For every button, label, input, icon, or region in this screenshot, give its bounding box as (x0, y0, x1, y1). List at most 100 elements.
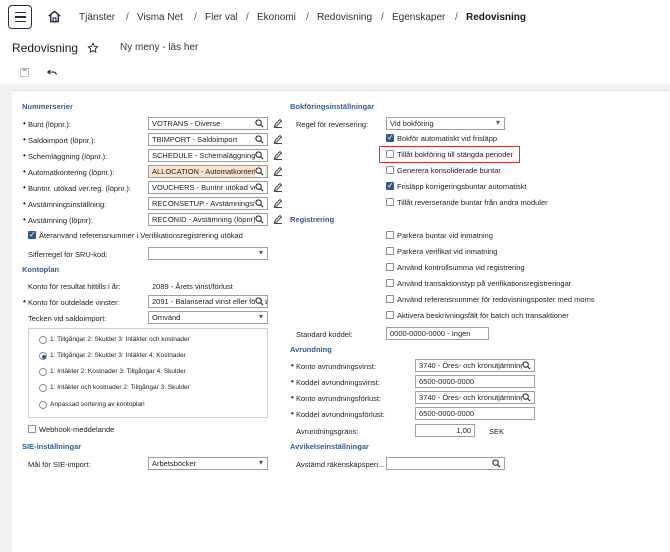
rounding-loss-code-input[interactable]: 6500-0000-0000 (415, 407, 535, 420)
radio-option-2[interactable] (39, 368, 47, 376)
reversal-rule-select[interactable]: Vid bokföring (386, 117, 505, 130)
edit-pencil-icon[interactable] (273, 214, 283, 224)
search-icon[interactable] (522, 361, 532, 371)
reference-number-vat-checkbox[interactable] (386, 295, 394, 303)
section-kontoplan: Kontoplan (22, 265, 60, 274)
search-icon[interactable] (522, 393, 532, 403)
home-icon[interactable] (47, 9, 62, 24)
extended-voucher-series-input[interactable]: VOUCHERS - Buntnr utökad ver (148, 181, 268, 194)
breadcrumb-separator: / (126, 12, 129, 23)
checkbox-label: Använd kontrollsumma vid registrering (397, 263, 525, 272)
auto-post-on-release-checkbox[interactable] (386, 133, 394, 142)
breadcrumb-separator: / (381, 12, 384, 23)
rounding-label: • Konto avrundningsförlust: (291, 393, 382, 403)
search-icon[interactable] (255, 183, 265, 193)
page-subtitle-link[interactable]: Ny meny - läs her (120, 42, 198, 53)
edit-pencil-icon[interactable] (273, 198, 283, 208)
section-rounding: Avrundning (290, 345, 332, 354)
toolbar (0, 62, 670, 84)
search-icon[interactable] (255, 215, 265, 225)
checkbox-label: Frisläpp korrigeringsbuntar automatiskt (397, 182, 527, 191)
search-icon[interactable] (492, 459, 502, 469)
breadcrumb-tjanster[interactable]: Tjänster (79, 12, 115, 23)
reconciliation-setup-input[interactable]: RECONSETUP - Avstämningsinst (148, 197, 268, 210)
webhook-label: Webhook-meddelande (39, 425, 115, 434)
auto-release-correction-checkbox[interactable] (386, 181, 394, 190)
radio-option-0[interactable] (39, 336, 47, 344)
settings-panel (12, 90, 669, 552)
breadcrumb-ekonomi[interactable]: Ekonomi (257, 12, 296, 23)
radio-option-3[interactable] (39, 384, 47, 392)
search-icon[interactable] (255, 119, 265, 129)
radio-label: 1: Intäkter och kostnader 2: Tillgångar … (50, 384, 190, 391)
breadcrumb-fler-val[interactable]: Fler val (205, 12, 238, 23)
search-icon[interactable] (255, 151, 265, 161)
webhook-checkbox[interactable] (28, 425, 36, 433)
top-bar: Tjänster / Visma Net / Fler val / Ekonom… (0, 0, 670, 36)
checkbox-label: Använd referensnummer för redovisningspo… (397, 295, 595, 304)
standard-code-label: Standard koddel: (296, 330, 353, 339)
description-fields-checkbox[interactable] (386, 311, 394, 319)
radio-option-1[interactable] (39, 352, 47, 360)
reuse-reference-checkbox[interactable] (28, 230, 36, 239)
breadcrumb-egenskaper[interactable]: Egenskaper (392, 12, 445, 23)
section-booking-settings: Bokföringsinställningar (290, 102, 375, 111)
checkbox-label: Parkera verifikat vid inmatning (397, 247, 498, 256)
park-vouchers-checkbox[interactable] (386, 247, 394, 255)
field-label: • Automatkontering (löpnr.): (23, 167, 115, 177)
allow-closed-periods-checkbox[interactable] (386, 150, 394, 158)
park-batches-checkbox[interactable] (386, 231, 394, 239)
search-icon[interactable] (255, 199, 265, 209)
batch-number-series-input[interactable]: VOTRANS - Diverse (148, 117, 268, 130)
search-icon[interactable] (255, 135, 265, 145)
undo-icon[interactable] (47, 68, 57, 77)
field-label: • Schemläggning (löpnr.): (23, 151, 108, 161)
rounding-label: • Konto avrundningsvinst: (291, 361, 377, 371)
save-icon[interactable] (20, 68, 29, 77)
result-account-value: 2089 - Årets vinst/förlust (152, 282, 233, 291)
checkbox-label: Parkera buntar vid inmatning (397, 231, 493, 240)
checkbox-label: Använd transaktionstyp på verifikationsr… (397, 279, 572, 288)
rounding-label: • Koddel avrundningsförlust: (291, 409, 385, 419)
reconciliation-series-input[interactable]: RECONID - Avstämning (löpnr) (148, 213, 268, 226)
reversing-batches-checkbox[interactable] (386, 198, 394, 206)
search-icon[interactable] (255, 167, 265, 177)
rounding-gain-account-input[interactable]: 3740 - Öres- och kronutjämning (415, 359, 535, 372)
title-bar: Redovisning Ny meny - läs her (0, 36, 670, 62)
edit-pencil-icon[interactable] (273, 166, 283, 176)
standard-code-input[interactable]: 0000-0000-0000 - Ingen (386, 327, 489, 340)
edit-pencil-icon[interactable] (273, 150, 283, 160)
edit-pencil-icon[interactable] (273, 118, 283, 128)
balance-import-series-input[interactable]: TBIMPORT - Saldoimport (148, 133, 268, 146)
page-title: Redovisning (12, 41, 79, 55)
edit-pencil-icon[interactable] (273, 182, 283, 192)
rounding-loss-account-input[interactable]: 3740 - Öres- och kronutjämning (415, 391, 535, 404)
radio-label: 1: Tillgångar 2: Skulder 3: Intäkter och… (50, 336, 190, 343)
schedule-series-input[interactable]: SCHEDULE - Schemaläggning (148, 149, 268, 162)
section-registration: Registrering (290, 215, 335, 224)
reconciled-period-input[interactable] (386, 457, 505, 470)
sru-rule-select[interactable] (148, 247, 268, 260)
sign-import-select[interactable]: Omvänd (148, 311, 268, 324)
radio-label: Anpassad sortering av kontoplan (50, 401, 145, 408)
sie-target-select[interactable]: Arbetsböcker (148, 457, 268, 470)
rounding-gain-code-input[interactable]: 6500-0000-0000 (415, 375, 535, 388)
checkbox-label: Tillåt bokföring till stängda perioder (397, 150, 514, 159)
section-sie: SIE-inställningar (22, 442, 82, 451)
edit-pencil-icon[interactable] (273, 134, 283, 144)
breadcrumb-separator: / (246, 12, 249, 23)
transaction-type-checkbox[interactable] (386, 279, 394, 287)
breadcrumb-separator: / (455, 12, 458, 23)
breadcrumb-redovisning[interactable]: Redovisning (317, 12, 372, 23)
search-icon[interactable] (255, 297, 265, 307)
breadcrumb-visma-net[interactable]: Visma Net (137, 12, 183, 23)
radio-option-4[interactable] (39, 401, 47, 409)
star-icon[interactable] (87, 42, 99, 54)
rounding-limit-input[interactable]: 1,00 (415, 424, 475, 437)
control-sum-checkbox[interactable] (386, 263, 394, 271)
consolidated-batches-checkbox[interactable] (386, 166, 394, 174)
hamburger-menu-button[interactable] (8, 5, 32, 29)
allocation-series-input[interactable]: ALLOCATION - Automatkontering (148, 165, 268, 178)
undistributed-profit-input[interactable]: 2091 - Balanserad vinst eller förlust (148, 295, 268, 308)
breadcrumb-separator: / (194, 12, 197, 23)
